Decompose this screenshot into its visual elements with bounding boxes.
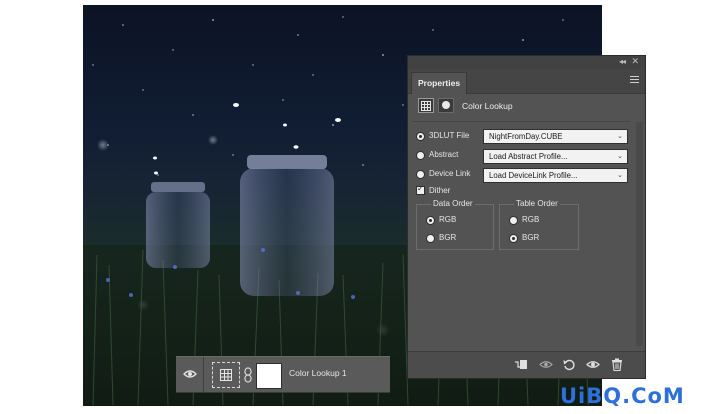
device-link-radio[interactable]	[416, 170, 425, 179]
tab-properties[interactable]: Properties	[411, 72, 467, 94]
3dlut-file-select[interactable]: NightFromDay.CUBE ⌄	[483, 129, 628, 144]
dither-label: Dither	[429, 186, 451, 195]
abstract-profile-value: Load Abstract Profile...	[489, 152, 568, 161]
visibility-icon[interactable]	[183, 367, 197, 381]
table-order-rgb-label: RGB	[522, 215, 540, 224]
abstract-label: Abstract	[429, 150, 459, 159]
panel-titlebar: ◂◂ ✕	[408, 56, 645, 69]
data-order-title: Data Order	[431, 199, 475, 208]
3dlut-file-radio[interactable]	[416, 132, 425, 141]
dither-checkbox[interactable]	[416, 184, 425, 195]
chevron-down-icon: ⌄	[617, 133, 623, 140]
layer-row[interactable]: Color Lookup 1	[176, 356, 390, 393]
adjustment-title: Color Lookup	[462, 101, 513, 111]
chain-link-icon[interactable]	[243, 367, 253, 383]
abstract-radio[interactable]	[416, 151, 425, 160]
properties-panel: ◂◂ ✕ Properties Color Lookup 3DLUT File …	[407, 55, 646, 379]
data-order-bgr-radio[interactable]	[426, 234, 435, 243]
reset-icon[interactable]	[562, 358, 576, 371]
chevron-down-icon: ⌄	[617, 172, 623, 179]
table-order-title: Table Order	[514, 199, 560, 208]
data-order-rgb-radio[interactable]	[426, 216, 435, 225]
devicelink-profile-select[interactable]: Load DeviceLink Profile... ⌄	[483, 168, 628, 183]
data-order-rgb-label: RGB	[439, 215, 457, 224]
table-order-bgr-label: BGR	[522, 233, 540, 242]
divider	[412, 121, 630, 122]
3dlut-file-label: 3DLUT File	[429, 131, 470, 140]
layer-mask-icon[interactable]	[438, 98, 454, 113]
trash-icon[interactable]	[610, 358, 624, 371]
panel-footer	[408, 351, 645, 378]
view-previous-state-icon[interactable]	[539, 358, 553, 371]
data-order-group: Data Order RGB BGR	[416, 199, 494, 250]
adjustment-layer-thumbnail[interactable]	[212, 362, 240, 388]
panel-menu-icon[interactable]	[630, 76, 639, 83]
layer-name[interactable]: Color Lookup 1	[289, 368, 347, 378]
table-order-group: Table Order RGB BGR	[499, 199, 579, 250]
table-order-rgb-radio[interactable]	[509, 216, 518, 225]
collapse-icon[interactable]: ◂◂	[619, 57, 626, 66]
chevron-down-icon: ⌄	[617, 153, 623, 160]
data-order-bgr-label: BGR	[439, 233, 457, 242]
panel-scrollbar[interactable]	[636, 122, 643, 346]
clip-to-layer-icon[interactable]	[514, 358, 528, 371]
color-lookup-adjustment-icon[interactable]	[418, 98, 434, 113]
layer-mask-thumbnail[interactable]	[256, 363, 282, 389]
close-icon[interactable]: ✕	[631, 56, 639, 67]
3dlut-file-value: NightFromDay.CUBE	[489, 132, 563, 141]
devicelink-profile-value: Load DeviceLink Profile...	[489, 171, 578, 180]
device-link-label: Device Link	[429, 169, 471, 178]
table-order-bgr-radio[interactable]	[509, 234, 518, 243]
visibility-icon[interactable]	[586, 358, 600, 371]
abstract-profile-select[interactable]: Load Abstract Profile... ⌄	[483, 149, 628, 164]
site-watermark: UiBQ.CoM	[560, 384, 685, 408]
divider	[203, 357, 204, 392]
panel-tabbar: Properties	[408, 69, 645, 94]
adjustment-grid-icon	[220, 369, 232, 381]
